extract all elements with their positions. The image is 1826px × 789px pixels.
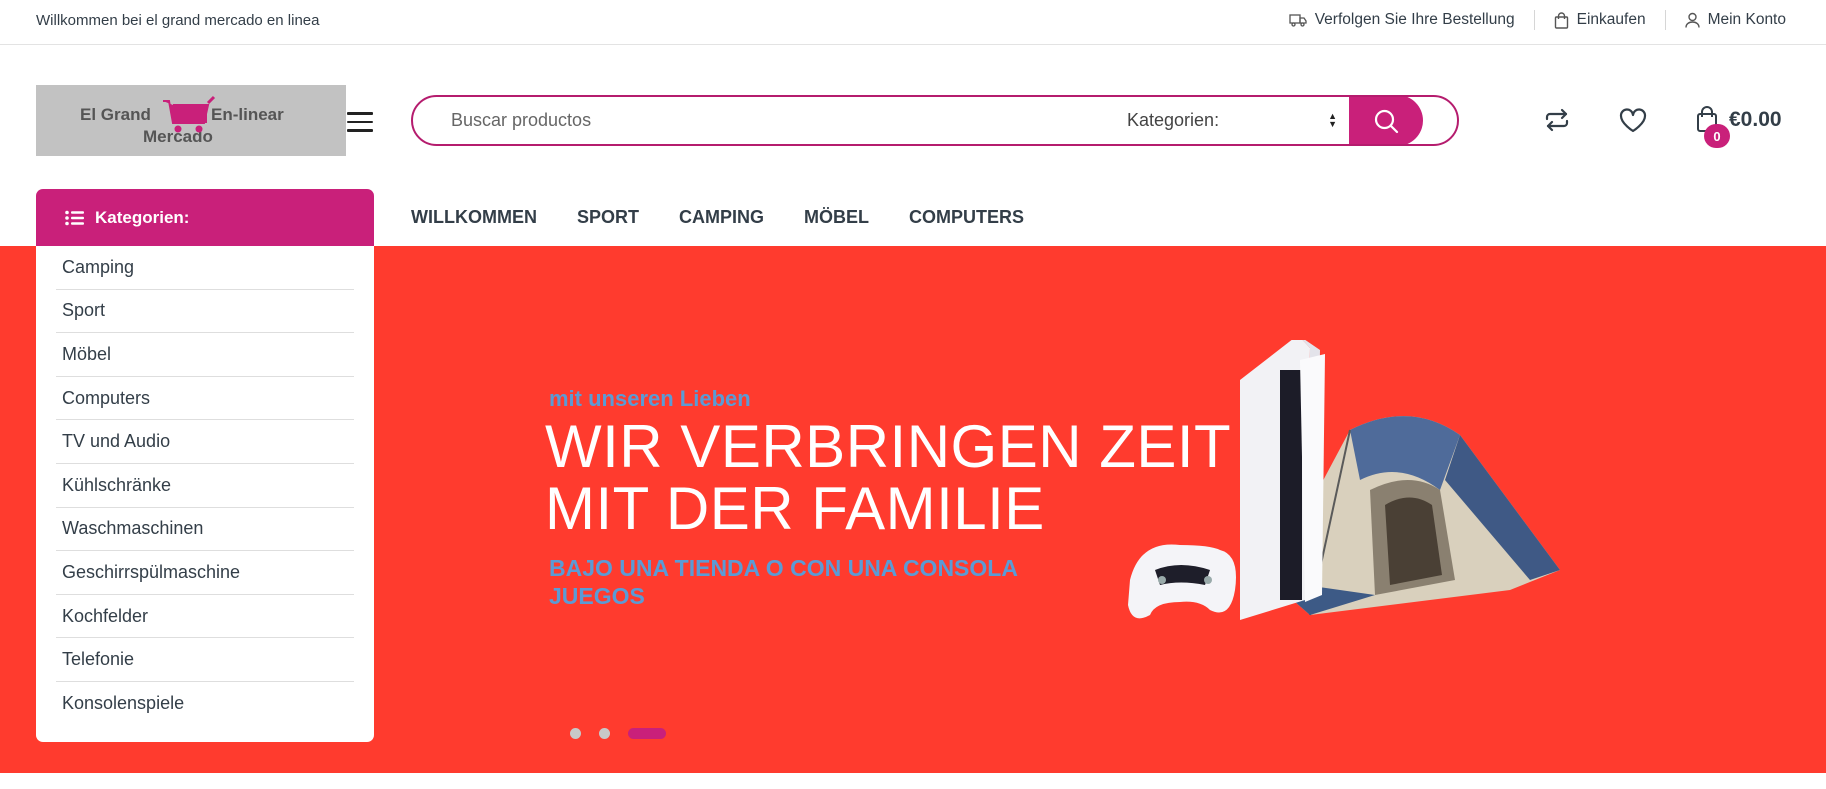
category-item-computers[interactable]: Computers <box>56 377 354 421</box>
top-links: Verfolgen Sie Ihre Bestellung Einkaufen … <box>1289 10 1786 30</box>
categories-toggle[interactable]: Kategorien: <box>36 189 374 246</box>
shop-link[interactable]: Einkaufen <box>1554 11 1646 29</box>
category-item-camping[interactable]: Camping <box>56 246 354 290</box>
track-order-label: Verfolgen Sie Ihre Bestellung <box>1314 11 1515 28</box>
category-item-sport[interactable]: Sport <box>56 290 354 334</box>
divider <box>1664 10 1666 30</box>
list-icon <box>65 210 84 225</box>
slider-dot-1[interactable] <box>570 728 581 739</box>
logo-text-right: En-linear <box>211 105 284 124</box>
categories-title: Kategorien: <box>95 207 190 227</box>
shopping-bag-icon <box>1554 11 1568 29</box>
category-item-kuehlschraenke[interactable]: Kühlschränke <box>56 464 354 508</box>
main-nav: WILLKOMMEN SPORT CAMPING MÖBEL COMPUTERS <box>411 207 1064 228</box>
slider-dots <box>570 728 684 739</box>
category-item-geschirrspuelmaschine[interactable]: Geschirrspülmaschine <box>56 551 354 595</box>
cart-total[interactable]: €0.00 <box>1729 108 1782 132</box>
hero-product-image <box>1128 340 1560 620</box>
nav-item-camping[interactable]: CAMPING <box>679 207 764 228</box>
user-icon <box>1684 12 1700 28</box>
welcome-text: Willkommen bei el grand mercado en linea <box>36 12 320 29</box>
nav-item-computers[interactable]: COMPUTERS <box>909 207 1024 228</box>
console-image <box>1240 340 1325 620</box>
account-link[interactable]: Mein Konto <box>1684 11 1786 29</box>
top-bar: Willkommen bei el grand mercado en linea… <box>0 0 1826 45</box>
heart-icon[interactable] <box>1619 108 1647 133</box>
logo-text-left: El Grand <box>80 105 151 124</box>
hero-pretitle: mit unseren Lieben <box>549 386 751 411</box>
nav-item-willkommen[interactable]: WILLKOMMEN <box>411 207 537 228</box>
nav-item-sport[interactable]: SPORT <box>577 207 639 228</box>
category-item-tv-audio[interactable]: TV und Audio <box>56 420 354 464</box>
search-input[interactable] <box>413 97 1119 144</box>
category-select[interactable]: Kategorien: ▲ ▼ <box>1119 97 1349 144</box>
track-order-link[interactable]: Verfolgen Sie Ihre Bestellung <box>1289 11 1515 29</box>
hero-subtitle: BAJO UNA TIENDA O CON UNA CONSOLA JUEGOS <box>549 555 1018 609</box>
controller-image <box>1128 544 1236 619</box>
truck-icon <box>1289 14 1307 27</box>
category-item-konsolenspiele[interactable]: Konsolenspiele <box>56 682 354 726</box>
cart-count-badge: 0 <box>1704 124 1730 148</box>
search-bar: Kategorien: ▲▼ <box>411 95 1459 146</box>
compare-icon[interactable] <box>1544 108 1570 132</box>
category-select-label: Kategorien: <box>1127 110 1220 130</box>
shop-label: Einkaufen <box>1576 11 1646 28</box>
category-item-telefonie[interactable]: Telefonie <box>56 638 354 682</box>
search-button[interactable] <box>1349 97 1423 144</box>
nav-item-moebel[interactable]: MÖBEL <box>804 207 869 228</box>
search-icon <box>1374 109 1399 133</box>
category-list: Camping Sport Möbel Computers TV und Aud… <box>36 246 374 742</box>
divider <box>1533 10 1535 30</box>
category-item-waschmaschinen[interactable]: Waschmaschinen <box>56 508 354 552</box>
category-item-kochfelder[interactable]: Kochfelder <box>56 595 354 639</box>
slider-dot-2[interactable] <box>599 728 610 739</box>
site-logo[interactable]: El Grand En-linear Mercado <box>36 85 346 156</box>
select-arrows-icon: ▲ ▼ <box>1328 111 1337 129</box>
slider-dot-3-active[interactable] <box>628 728 666 739</box>
menu-icon[interactable] <box>347 112 373 134</box>
account-label: Mein Konto <box>1707 11 1786 28</box>
category-item-moebel[interactable]: Möbel <box>56 333 354 377</box>
